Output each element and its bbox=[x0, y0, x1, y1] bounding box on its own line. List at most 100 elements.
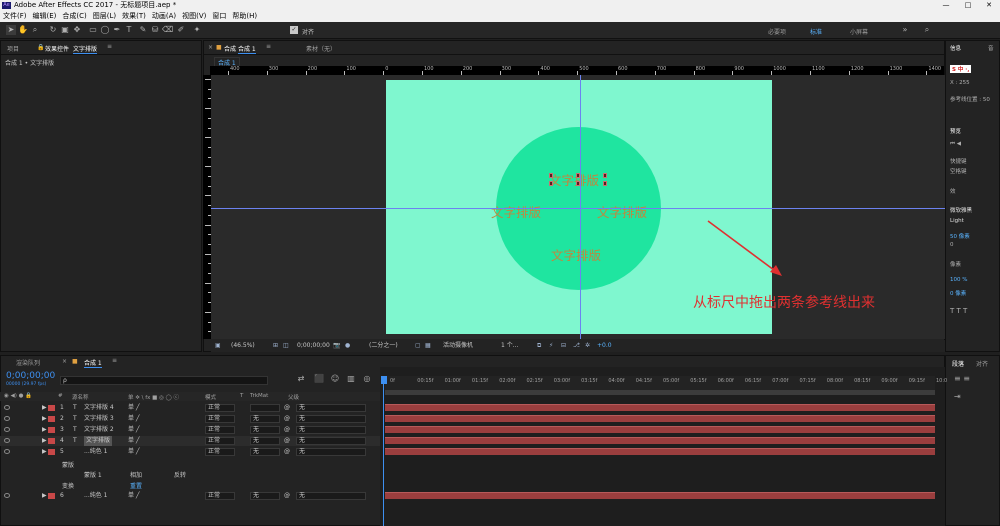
menu-file[interactable]: 文件(F) bbox=[3, 11, 27, 22]
menu-help[interactable]: 帮助(H) bbox=[232, 11, 257, 22]
parent-dropdown[interactable]: 无 bbox=[296, 426, 366, 434]
time-ruler[interactable]: 0f 00:15f 01:00f 01:15f 02:00f 02:15f 03:00f 03… bbox=[385, 376, 947, 390]
playhead-line[interactable] bbox=[383, 380, 384, 526]
selection-tool-icon[interactable]: ➤ bbox=[6, 25, 16, 35]
snap-checkbox-icon[interactable]: ✓ bbox=[290, 26, 298, 34]
layer-duration-bar[interactable] bbox=[385, 448, 935, 455]
text-layer-right[interactable]: 文字排版 bbox=[597, 202, 647, 221]
expand-arrow-icon[interactable]: ▶ bbox=[42, 436, 47, 446]
layer-name[interactable]: 文字排版 2 bbox=[84, 425, 114, 435]
layer-row[interactable]: ▶ 2 T 文字排版 3 单 ╱ 正常 无 @ 无 bbox=[0, 414, 380, 424]
lock-icon[interactable]: 🔒 bbox=[37, 44, 44, 51]
current-timecode[interactable]: 0;00;00;00 bbox=[6, 371, 55, 381]
font-size-field[interactable]: 50 像素 bbox=[950, 232, 970, 240]
visibility-eye-icon[interactable] bbox=[4, 416, 10, 421]
camera-dropdown[interactable]: 活动摄像机 bbox=[443, 340, 473, 352]
blend-mode-dropdown[interactable]: 正常 bbox=[205, 437, 235, 445]
viewer-menu-icon[interactable]: ≡ bbox=[266, 43, 271, 50]
blend-mode-dropdown[interactable]: 正常 bbox=[205, 415, 235, 423]
playhead-handle[interactable] bbox=[381, 376, 387, 384]
visibility-eye-icon[interactable] bbox=[4, 449, 10, 454]
bounding-handle[interactable] bbox=[603, 173, 607, 178]
more-workspaces-icon[interactable]: » bbox=[900, 25, 910, 35]
parent-dropdown[interactable]: 无 bbox=[296, 437, 366, 445]
masks-group-label[interactable]: 蒙版 bbox=[62, 460, 74, 469]
parent-pickwhip-icon[interactable]: @ bbox=[284, 491, 290, 501]
tracking-field[interactable]: 0 bbox=[950, 242, 954, 248]
tab-project[interactable]: 项目 bbox=[7, 44, 19, 53]
workspace-standard[interactable]: 标准 bbox=[810, 27, 822, 36]
current-time-field[interactable]: 0;00;00;00 bbox=[297, 340, 330, 352]
expand-arrow-icon[interactable]: ▶ bbox=[42, 425, 47, 435]
layer-duration-bar[interactable] bbox=[385, 404, 935, 411]
parent-dropdown[interactable]: 无 bbox=[296, 415, 366, 423]
tab-composition[interactable]: 合成 bbox=[224, 44, 236, 53]
layer-row[interactable]: ▶ 5 ...纯色 1 单 ╱ 正常 无 @ 无 bbox=[0, 447, 380, 457]
rotate-tool-icon[interactable]: ↻ bbox=[48, 25, 58, 35]
switches-icons[interactable]: 单 ╱ bbox=[128, 436, 140, 446]
parent-pickwhip-icon[interactable]: @ bbox=[284, 436, 290, 446]
flowchart-icon[interactable]: ⎇ bbox=[573, 340, 580, 352]
blend-mode-dropdown[interactable]: 正常 bbox=[205, 448, 235, 456]
expand-arrow-icon[interactable]: ▶ bbox=[42, 491, 47, 501]
visibility-eye-icon[interactable] bbox=[4, 405, 10, 410]
puppet-tool-icon[interactable]: ✦ bbox=[192, 25, 202, 35]
close-tab-icon[interactable]: × bbox=[62, 358, 67, 365]
tab-paragraph[interactable]: 段落 bbox=[952, 359, 964, 368]
minimize-button[interactable]: — bbox=[935, 0, 957, 11]
first-frame-icon[interactable]: ⏮ ◀ bbox=[950, 141, 961, 148]
menu-window[interactable]: 窗口 bbox=[212, 11, 226, 22]
blend-mode-dropdown[interactable]: 正常 bbox=[205, 404, 235, 412]
exposure-reset-icon[interactable]: ✲ bbox=[585, 340, 590, 352]
close-tab-icon[interactable]: × bbox=[208, 44, 213, 51]
parent-pickwhip-icon[interactable]: @ bbox=[284, 447, 290, 457]
brush-tool-icon[interactable]: ✎ bbox=[138, 25, 148, 35]
horizontal-guide[interactable] bbox=[211, 208, 945, 209]
label-color[interactable] bbox=[48, 427, 55, 433]
switches-icons[interactable]: 单 ╱ bbox=[128, 414, 140, 424]
close-button[interactable]: ✕ bbox=[978, 0, 1000, 11]
sogou-ime-icon[interactable]: S 中 ·, bbox=[950, 65, 972, 73]
workspace-essentials[interactable]: 必要项 bbox=[768, 27, 786, 36]
roto-brush-tool-icon[interactable]: ✐ bbox=[176, 25, 186, 35]
menu-layer[interactable]: 图层(L) bbox=[93, 11, 116, 22]
tab-preview[interactable]: 预览 bbox=[950, 127, 961, 135]
camera-tool-icon[interactable]: ▣ bbox=[60, 25, 70, 35]
vertical-guide[interactable] bbox=[580, 75, 581, 339]
fast-preview-icon[interactable]: ⚡ bbox=[549, 340, 553, 352]
visibility-eye-icon[interactable] bbox=[4, 438, 10, 443]
vertical-ruler[interactable] bbox=[203, 75, 211, 339]
comp-mini-flowchart-icon[interactable]: ⇄ bbox=[296, 374, 306, 384]
layer-row[interactable]: ▶ 1 T 文字排版 4 单 ╱ 正常 @ 无 bbox=[0, 403, 380, 413]
parent-pickwhip-icon[interactable]: @ bbox=[284, 425, 290, 435]
tab-audio[interactable]: 音 bbox=[988, 44, 994, 52]
panel-menu-icon[interactable]: ≡ bbox=[107, 43, 112, 50]
timeline-menu-icon[interactable]: ≡ bbox=[112, 357, 117, 364]
visibility-eye-icon[interactable] bbox=[4, 427, 10, 432]
clone-stamp-tool-icon[interactable]: ⛁ bbox=[150, 25, 160, 35]
expand-arrow-icon[interactable]: ▶ bbox=[42, 447, 47, 457]
label-color[interactable] bbox=[48, 405, 55, 411]
expand-arrow-icon[interactable]: ▶ bbox=[42, 403, 47, 413]
layer-name[interactable]: ...纯色 1 bbox=[84, 491, 107, 501]
bounding-handle[interactable] bbox=[549, 181, 553, 186]
switches-icons[interactable]: 单 ╱ bbox=[128, 425, 140, 435]
trkmat-dropdown[interactable]: 无 bbox=[250, 426, 280, 434]
layer-name[interactable]: 文字排版 3 bbox=[84, 414, 114, 424]
hand-tool-icon[interactable]: ✋ bbox=[18, 25, 28, 35]
label-color[interactable] bbox=[48, 438, 55, 444]
text-style-icons[interactable]: T T T bbox=[950, 307, 967, 315]
switches-icons[interactable]: 单 ╱ bbox=[128, 447, 140, 457]
switches-icons[interactable]: 单 ╱ bbox=[128, 403, 140, 413]
transparency-grid-icon[interactable]: ▦ bbox=[425, 340, 431, 352]
trkmat-dropdown[interactable]: 无 bbox=[250, 415, 280, 423]
horizontal-ruler[interactable]: 400 300 200 100 0 100 200 300 400 500 600 700 800 900… bbox=[210, 66, 944, 75]
tab-render-queue[interactable]: 渲染队列 bbox=[16, 358, 40, 367]
label-color[interactable] bbox=[48, 449, 55, 455]
text-layer-left[interactable]: 文字排版 bbox=[491, 202, 541, 221]
snapshot-icon[interactable]: 📷 bbox=[333, 340, 340, 352]
text-layer-bottom[interactable]: 文字排版 bbox=[551, 245, 601, 264]
font-family-field[interactable]: 微软雅黑 bbox=[950, 206, 972, 214]
pan-behind-tool-icon[interactable]: ✥ bbox=[72, 25, 82, 35]
baseline-shift-field[interactable]: 0 像素 bbox=[950, 289, 966, 297]
